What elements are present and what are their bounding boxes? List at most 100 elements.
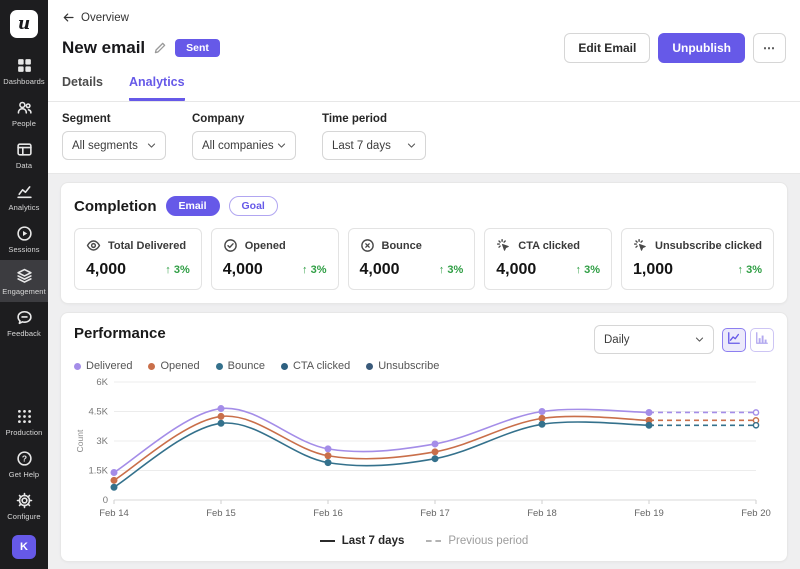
page-header: Overview New email Sent Edit Email Unpub… <box>48 0 800 174</box>
page-title: New email <box>62 38 145 58</box>
metric-card-cta-clicked: CTA clicked4,000↑ 3% <box>484 228 612 290</box>
filter-bar: Segment All segments Company All compani… <box>48 102 800 174</box>
main-content: Overview New email Sent Edit Email Unpub… <box>48 0 800 569</box>
sidebar-item-dashboards[interactable]: Dashboards <box>0 50 48 92</box>
performance-chart: 01.5K3K4.5K6KFeb 14Feb 15Feb 16Feb 17Feb… <box>74 376 774 526</box>
dashboards-icon <box>16 57 33 74</box>
filter-segment: Segment All segments <box>62 113 166 160</box>
filter-time-period: Time period Last 7 days <box>322 113 426 160</box>
analytics-icon <box>16 183 33 200</box>
metric-value: 4,000 <box>360 261 400 279</box>
bar-chart-toggle-button[interactable] <box>750 328 774 352</box>
sidebar-item-label: People <box>12 119 36 128</box>
sessions-icon <box>16 225 33 242</box>
svg-text:Feb 20: Feb 20 <box>741 508 771 519</box>
sidebar-item-analytics[interactable]: Analytics <box>0 176 48 218</box>
check-circle-icon <box>223 238 238 253</box>
legend-dot <box>366 363 373 370</box>
edit-title-icon[interactable] <box>153 41 167 55</box>
sidebar-item-label: Configure <box>7 512 40 521</box>
tab-analytics[interactable]: Analytics <box>129 75 185 101</box>
filter-company: Company All companies <box>192 113 296 160</box>
legend-dot <box>148 363 155 370</box>
solid-line-key <box>320 540 335 542</box>
sidebar-item-sessions[interactable]: Sessions <box>0 218 48 260</box>
goal-toggle-pill[interactable]: Goal <box>229 196 278 216</box>
company-filter-label: Company <box>192 113 296 125</box>
completion-section: Completion Email Goal Total Delivered4,0… <box>60 182 788 304</box>
metric-value: 1,000 <box>633 261 673 279</box>
dashed-line-key <box>426 540 441 542</box>
svg-text:Feb 15: Feb 15 <box>206 508 236 519</box>
svg-text:4.5K: 4.5K <box>88 407 108 418</box>
svg-text:0: 0 <box>103 495 108 506</box>
legend-item-opened[interactable]: Opened <box>148 360 199 372</box>
metric-cards: Total Delivered4,000↑ 3%Opened4,000↑ 3%B… <box>74 228 774 290</box>
production-icon <box>16 408 33 425</box>
chevron-down-icon <box>276 140 287 151</box>
solid-line-label: Last 7 days <box>342 535 405 547</box>
interval-select[interactable]: Daily <box>594 325 714 354</box>
chart-period-legend: Last 7 days Previous period <box>74 529 774 553</box>
bar-chart-icon <box>755 331 769 348</box>
user-avatar[interactable]: K <box>12 535 36 559</box>
sidebar-item-engagement[interactable]: Engagement <box>0 260 48 302</box>
sidebar-item-data[interactable]: Data <box>0 134 48 176</box>
metric-delta: ↑ 3% <box>302 264 326 276</box>
svg-text:6K: 6K <box>96 377 108 388</box>
sidebar-item-label: Analytics <box>9 203 40 212</box>
chevron-down-icon <box>146 140 157 151</box>
x-circle-icon <box>360 238 375 253</box>
metric-delta: ↑ 3% <box>738 264 762 276</box>
company-select[interactable]: All companies <box>192 131 296 160</box>
legend-label: Bounce <box>228 360 265 372</box>
legend-item-delivered[interactable]: Delivered <box>74 360 132 372</box>
breadcrumb[interactable]: Overview <box>48 0 143 24</box>
dashed-line-label: Previous period <box>448 535 528 547</box>
chart-area: 01.5K3K4.5K6KFeb 14Feb 15Feb 16Feb 17Feb… <box>74 376 774 529</box>
company-select-value: All companies <box>202 140 274 152</box>
sidebar-spacer <box>0 344 48 401</box>
performance-section: Performance Daily DeliveredOpenedBounceC… <box>60 312 788 562</box>
app-logo-glyph: u <box>10 10 38 38</box>
svg-text:Feb 16: Feb 16 <box>313 508 343 519</box>
segment-filter-label: Segment <box>62 113 166 125</box>
sidebar-nav: Dashboards People Data Analytics SessionsEng… <box>0 50 48 344</box>
sidebar-item-production[interactable]: Production <box>0 401 48 443</box>
metric-label: Bounce <box>382 240 422 252</box>
tab-details[interactable]: Details <box>62 75 103 101</box>
legend-dot <box>216 363 223 370</box>
sidebar-item-get-help[interactable]: ?Get Help <box>0 443 48 485</box>
unpublish-button[interactable]: Unpublish <box>658 33 745 63</box>
completion-title: Completion <box>74 198 157 215</box>
sidebar: u Dashboards People Data Analytics SessionsE… <box>0 0 48 569</box>
feedback-icon <box>16 309 33 326</box>
sidebar-item-feedback[interactable]: Feedback <box>0 302 48 344</box>
sidebar-item-people[interactable]: People <box>0 92 48 134</box>
svg-text:Feb 14: Feb 14 <box>99 508 129 519</box>
svg-text:Feb 19: Feb 19 <box>634 508 664 519</box>
svg-text:Count: Count <box>75 429 85 452</box>
legend-item-unsubscribe[interactable]: Unsubscribe <box>366 360 439 372</box>
legend-label: Delivered <box>86 360 132 372</box>
app-logo[interactable]: u <box>0 0 48 50</box>
metric-card-bounce: Bounce4,000↑ 3% <box>348 228 476 290</box>
interval-select-value: Daily <box>604 334 630 346</box>
line-chart-toggle-button[interactable] <box>722 328 746 352</box>
sidebar-item-configure[interactable]: Configure <box>0 485 48 527</box>
metric-delta: ↑ 3% <box>576 264 600 276</box>
edit-email-button[interactable]: Edit Email <box>564 33 650 63</box>
metric-value: 4,000 <box>86 261 126 279</box>
svg-text:Feb 18: Feb 18 <box>527 508 557 519</box>
segment-select[interactable]: All segments <box>62 131 166 160</box>
time-period-select[interactable]: Last 7 days <box>322 131 426 160</box>
tab-bar: Details Analytics <box>48 63 800 102</box>
more-options-button[interactable]: ⋯ <box>753 33 786 63</box>
legend-item-cta-clicked[interactable]: CTA clicked <box>281 360 350 372</box>
email-toggle-pill[interactable]: Email <box>166 196 220 216</box>
get-help-icon: ? <box>16 450 33 467</box>
metric-delta: ↑ 3% <box>165 264 189 276</box>
eye-icon <box>86 238 101 253</box>
legend-item-bounce[interactable]: Bounce <box>216 360 265 372</box>
chart-legend: Delivered Opened Bounce CTA clicked Unsubscr… <box>74 360 774 372</box>
